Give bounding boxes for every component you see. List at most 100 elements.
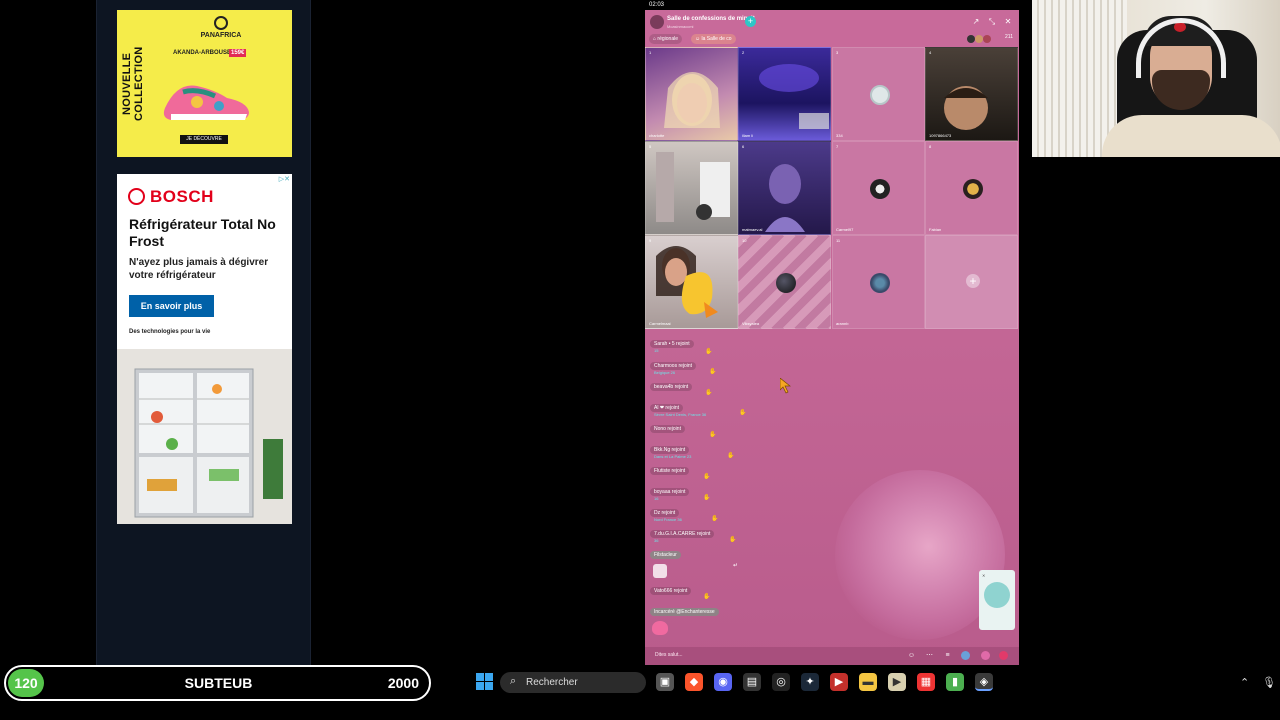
rose-gift-icon[interactable]	[981, 651, 990, 660]
wave-icon[interactable]: ✋	[703, 593, 710, 600]
chevron-up-icon[interactable]: ⌃	[1240, 676, 1249, 689]
more-icon[interactable]: ⋯	[925, 651, 934, 660]
guest-dark-room-image	[759, 64, 829, 129]
guest-tile[interactable]: 3 334	[832, 47, 925, 141]
wave-icon[interactable]: ✋	[711, 515, 718, 522]
chip-regionale[interactable]: ⌂ régionale	[649, 34, 682, 44]
chat-message: Nono rejoint	[650, 425, 685, 433]
bosch-ad[interactable]: ▷✕ BOSCH Réfrigérateur Total No Frost N'…	[117, 174, 292, 524]
live-header: Salle de confessions de minuit Mcasinmac…	[645, 10, 1019, 46]
close-icon[interactable]: ✕	[1003, 17, 1013, 27]
desktop-screen: NOUVELLE COLLECTION PANAFRICA AKANDA-ARB…	[0, 0, 1280, 720]
steam-icon[interactable]: ✦	[801, 673, 819, 691]
brave-icon[interactable]: ◆	[685, 673, 703, 691]
wave-icon[interactable]: ✋	[739, 409, 746, 416]
room-subtitle: Mcasinmaccmi	[667, 24, 694, 29]
tile-caption: 1097866473	[929, 133, 952, 138]
minimize-icon[interactable]: ⤡	[987, 17, 997, 27]
tile-caption: Carmel97	[836, 227, 854, 232]
guest-face-image	[656, 246, 718, 318]
fridge-image	[117, 349, 292, 524]
app-icon[interactable]: ▮	[946, 673, 964, 691]
tile-number: 7	[836, 144, 839, 149]
gift-promo-card[interactable]: ✕	[979, 570, 1015, 630]
guest-tile[interactable]: 4 1097866473	[925, 47, 1018, 141]
file-explorer-icon[interactable]: ▬	[859, 673, 877, 691]
wave-icon[interactable]: ✋	[705, 348, 712, 355]
guest-grid: 1 charlotte 2 iliam li 3 334 4 109786647…	[645, 47, 1019, 329]
guest-avatar-icon	[776, 273, 796, 293]
globe-icon[interactable]	[961, 651, 970, 660]
guest-tile[interactable]: 6 matmaev.al	[738, 141, 831, 235]
chat-feed: Sarah • 5 rejoint 15 ✋ Charmoos rejoint Be…	[645, 340, 1019, 640]
guest-tile[interactable]: 8 Fabian	[925, 141, 1018, 235]
obs-icon[interactable]: ◎	[772, 673, 790, 691]
search-label: Rechercher	[526, 677, 578, 688]
gift-card-close-icon[interactable]: ✕	[982, 573, 985, 578]
add-guest-icon[interactable]: +	[966, 274, 980, 288]
guest-tile[interactable]: 11 arannb	[832, 235, 925, 329]
wave-icon[interactable]: ✋	[709, 368, 716, 375]
guest-tile[interactable]: 1 charlotte	[645, 47, 738, 141]
chat-message: Dz rejoint Nord France 36	[650, 509, 682, 522]
discord-icon[interactable]: ◉	[714, 673, 732, 691]
guest-tile-empty[interactable]: +	[925, 235, 1018, 329]
gift-box-icon[interactable]	[999, 651, 1008, 660]
wave-icon[interactable]: ✋	[727, 452, 734, 459]
chat-message: 7.du.G.I.A.CARRE rejoint 36	[650, 530, 715, 543]
guest-avatar-icon	[870, 273, 890, 293]
comment-input[interactable]: Dites salut...	[655, 652, 683, 658]
chip-regionale-label: régionale	[657, 36, 678, 42]
heart-sticker-icon	[652, 621, 668, 635]
guest-tile[interactable]: 10 Viksyalea	[738, 235, 831, 329]
chat-message: Flutiste rejoint	[650, 467, 690, 475]
product-name: AKANDA-ARBOUSE	[173, 50, 231, 56]
chat-message: Filstacleur	[650, 551, 681, 559]
viewer-count[interactable]: 211	[1005, 34, 1013, 40]
windows-start-icon[interactable]	[476, 673, 494, 691]
bosch-brand: BOSCH	[150, 187, 214, 206]
share-icon[interactable]: ↗	[971, 17, 981, 27]
webcam-feed	[1032, 0, 1280, 157]
wave-icon[interactable]: ✋	[703, 494, 710, 501]
menu-icon[interactable]: ≡	[943, 651, 952, 660]
wave-icon[interactable]: ✋	[729, 536, 736, 543]
guest-tile[interactable]: 7 Carmel97	[832, 141, 925, 235]
app-icon[interactable]: ▶	[888, 673, 906, 691]
guest-face-image	[664, 72, 720, 128]
guest-tile[interactable]: 9 Carmelmaai	[645, 235, 738, 329]
tile-caption: iliam li	[742, 133, 754, 138]
tile-number: 3	[836, 50, 839, 55]
follow-plus-icon[interactable]: +	[745, 16, 756, 27]
guest-tile[interactable]: 5	[645, 141, 738, 235]
guest-tile[interactable]: 2 iliam li	[738, 47, 831, 141]
host-avatar[interactable]	[650, 15, 664, 29]
chip-salle[interactable]: ☺ la Salle de co	[691, 34, 736, 44]
tile-caption: 334	[836, 133, 843, 138]
wave-icon[interactable]: ✋	[703, 473, 710, 480]
task-view-icon[interactable]: ▣	[656, 673, 674, 691]
chat-message: Al ❤ rejoint Sèvre Saint Denis, France 36	[650, 404, 706, 417]
learn-more-button[interactable]: En savoir plus	[129, 295, 214, 317]
tile-number: 1	[649, 50, 652, 55]
bluestacks-icon[interactable]: ◈	[975, 673, 993, 691]
tile-number: 6	[742, 144, 745, 149]
reply-icon[interactable]: ↵	[733, 562, 738, 569]
discover-button[interactable]: JE DÉCOUVRE	[180, 135, 228, 144]
tile-number: 2	[742, 50, 745, 55]
taskbar-search[interactable]: ⌕ Rechercher	[500, 672, 646, 693]
media-player-icon[interactable]: ▶	[830, 673, 848, 691]
chat-message: Sarah • 5 rejoint 15	[650, 340, 694, 353]
panafrica-ad[interactable]: NOUVELLE COLLECTION PANAFRICA AKANDA-ARB…	[117, 10, 292, 157]
app-icon[interactable]: ▤	[743, 673, 761, 691]
gift-icon	[984, 582, 1010, 608]
ad-column: NOUVELLE COLLECTION PANAFRICA AKANDA-ARB…	[96, 0, 311, 665]
wave-icon[interactable]: ✋	[709, 431, 716, 438]
microphone-icon[interactable]: 🎙	[1262, 676, 1276, 689]
wave-icon[interactable]: ✋	[705, 389, 712, 396]
guest-avatar-icon	[963, 179, 983, 199]
gift-sticker-icon	[653, 564, 667, 578]
app-icon[interactable]: ▦	[917, 673, 935, 691]
emoji-icon[interactable]: ☺	[907, 651, 916, 660]
adchoices-icon[interactable]: ▷✕	[279, 175, 290, 183]
